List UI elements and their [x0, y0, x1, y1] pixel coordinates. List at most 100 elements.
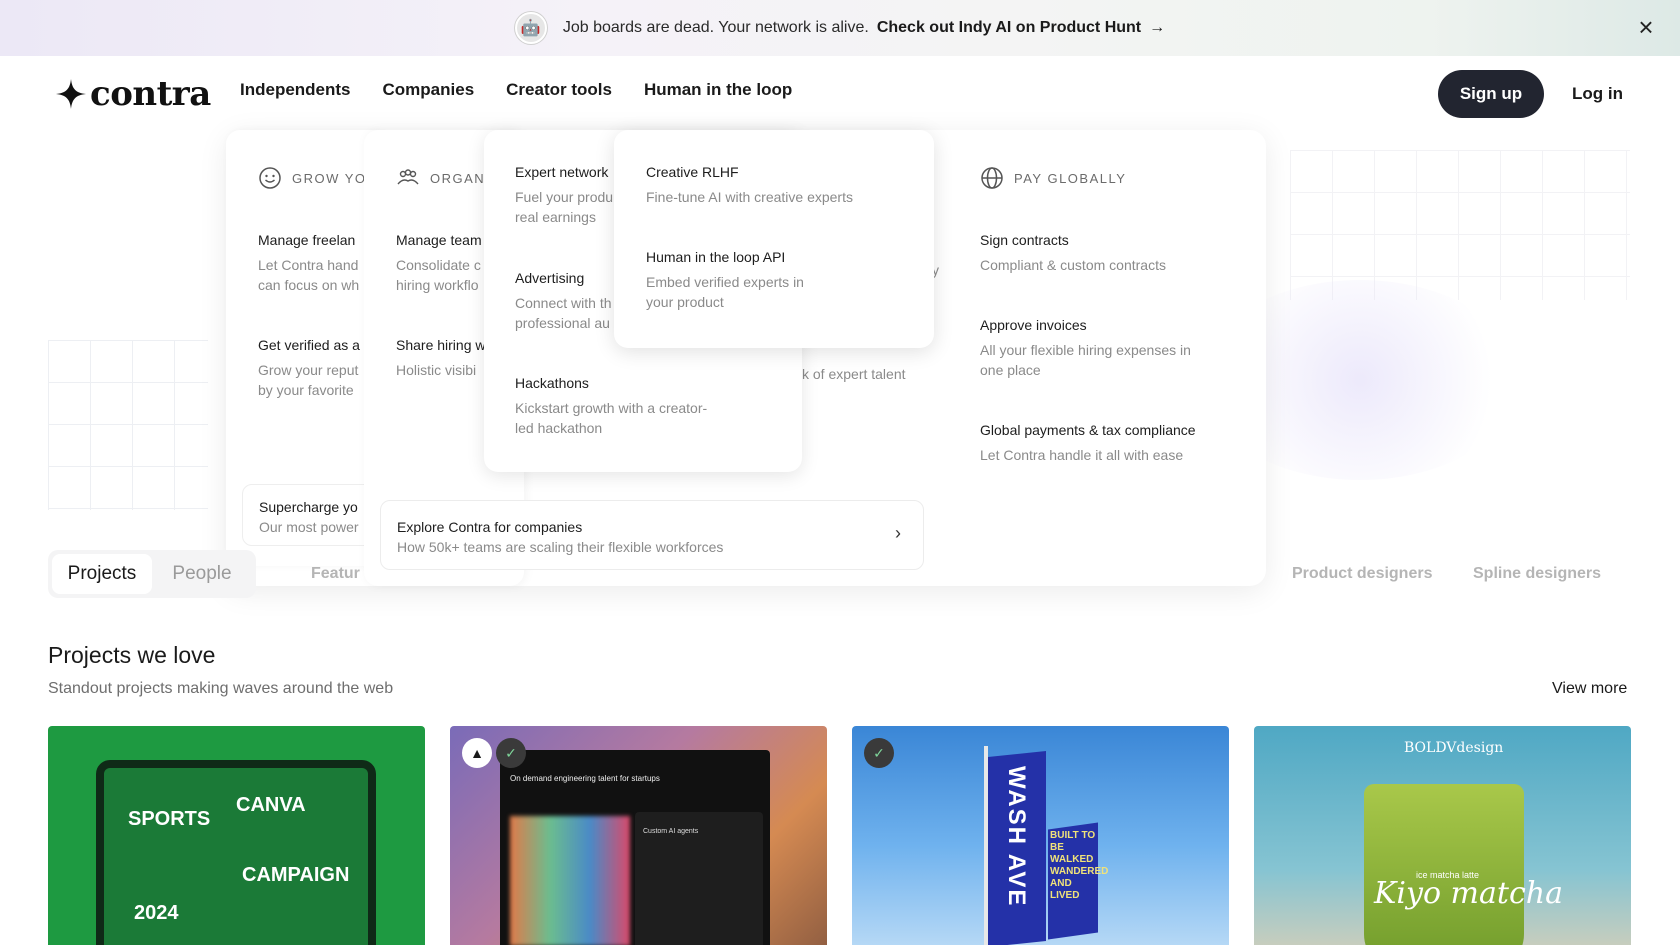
menu-item-title: Share hiring w [396, 337, 486, 353]
menu-item-desc: hiring workflo [396, 277, 479, 293]
site-header: contra Independents Companies Creator to… [0, 56, 1680, 132]
filter-chip-spline-designers[interactable]: Spline designers [1473, 565, 1601, 583]
smile-icon [259, 167, 281, 189]
menu-peek-fragment: k of expert talent [802, 364, 906, 384]
menu-item-desc: Compliant & custom contracts [980, 257, 1166, 273]
card-text: Custom AI agents [643, 828, 699, 835]
team-icon [397, 169, 419, 185]
explore-companies-card[interactable]: Explore Contra for companies How 50k+ te… [380, 500, 924, 570]
sign-up-button[interactable]: Sign up [1438, 70, 1544, 118]
menu-item-desc: Fuel your produ [515, 189, 614, 205]
nav-human-in-the-loop[interactable]: Human in the loop [644, 80, 792, 100]
framer-logo-icon: ▲ [462, 738, 492, 768]
tab-people[interactable]: People [152, 554, 252, 594]
pay-globally-heading: PAY GLOBALLY [980, 166, 1126, 190]
organize-heading: ORGANI [396, 166, 490, 190]
project-card-kiyo-matcha[interactable]: BOLDVdesign ice matcha latte Kiyo matcha [1254, 726, 1631, 945]
menu-item-desc: can focus on wh [258, 277, 360, 293]
contra-logo[interactable]: contra [56, 74, 211, 114]
menu-item-manage-team[interactable]: Manage team Consolidate c hiring workflo [396, 232, 482, 295]
colorful-figure [510, 816, 630, 945]
menu-item-title: Get verified as a [258, 337, 360, 353]
menu-item-desc: All your flexible hiring expenses in [980, 342, 1191, 358]
menu-item-sign-contracts[interactable]: Sign contracts Compliant & custom contra… [980, 232, 1166, 275]
tab-projects[interactable]: Projects [52, 554, 152, 594]
menu-footer-title: Supercharge yo [259, 499, 358, 515]
explore-title: Explore Contra for companies [397, 519, 583, 535]
chevron-right-icon: › [895, 523, 901, 543]
projects-section-subtitle: Standout projects making waves around th… [48, 680, 394, 697]
menu-item-desc: Fine-tune AI with creative experts [646, 189, 853, 205]
matcha-cup [1364, 784, 1524, 945]
announcement-message: Job boards are dead. Your network is ali… [562, 19, 869, 36]
contra-star-icon [56, 79, 86, 109]
menu-item-title: Creative RLHF [646, 164, 739, 180]
card-text: WASH AVE [1003, 766, 1030, 908]
menu-item-desc: led hackathon [515, 420, 603, 436]
menu-item-desc: real earnings [515, 209, 596, 225]
card-text: Kiyo matcha [1374, 876, 1563, 911]
project-card-wash-ave[interactable]: WASH AVE BUILT TO BE WALKED WANDERED AND… [852, 726, 1229, 945]
card-text: BUILT TO BE WALKED WANDERED AND LIVED [1050, 830, 1109, 901]
menu-item-approve-invoices[interactable]: Approve invoices All your flexible hirin… [980, 317, 1191, 380]
dark-side-panel: Custom AI agents [635, 812, 763, 945]
menu-column-human-in-the-loop: Creative RLHF Fine-tune AI with creative… [614, 130, 934, 348]
menu-item-title: Manage team [396, 232, 482, 248]
main-nav: Independents Companies Creator tools Hum… [240, 80, 792, 100]
menu-item-title: Manage freelan [258, 232, 356, 248]
menu-item-title: Expert network [515, 164, 609, 180]
menu-item-desc: Embed verified experts in [646, 274, 804, 290]
background-grid [48, 340, 208, 510]
menu-item-desc: Kickstart growth with a creator- [515, 400, 708, 416]
menu-item-creative-rlhf[interactable]: Creative RLHF Fine-tune AI with creative… [646, 164, 853, 207]
logo-text: contra [90, 74, 211, 114]
announcement-bar: 🤖 Job boards are dead. Your network is a… [0, 0, 1680, 56]
menu-item-title: Human in the loop API [646, 249, 786, 265]
arrow-right-icon: → [1149, 19, 1166, 36]
menu-item-hackathons[interactable]: Hackathons Kickstart growth with a creat… [515, 375, 707, 438]
card-text: BOLDVdesign [1404, 740, 1504, 756]
nav-independents[interactable]: Independents [240, 80, 351, 100]
nav-companies[interactable]: Companies [383, 80, 475, 100]
project-card-canva[interactable]: CANVA SPORTS CAMPAIGN 2024 [48, 726, 425, 945]
card-text: 2024 [134, 902, 179, 924]
card-text: CAMPAIGN [242, 864, 350, 886]
verified-badge-icon: ✓ [496, 738, 526, 768]
announcement-cta-label: Check out Indy AI on Product Hunt [876, 19, 1142, 36]
project-card-engineering[interactable]: On demand engineering talent for startup… [450, 726, 827, 945]
card-text: On demand engineering talent for startup… [510, 774, 660, 783]
card-text: CANVA [236, 794, 306, 816]
menu-item-get-verified[interactable]: Get verified as a Grow your reput by you… [258, 337, 360, 400]
view-more-link[interactable]: View more [1552, 680, 1627, 698]
close-icon[interactable]: × [1632, 14, 1660, 42]
globe-icon [981, 167, 1003, 189]
filter-chip-featured[interactable]: Featur [311, 565, 360, 583]
log-in-link[interactable]: Log in [1572, 84, 1623, 104]
menu-footer-supercharge[interactable]: Supercharge yo Our most power [242, 484, 384, 546]
verified-badge-icon: ✓ [864, 738, 894, 768]
organize-label: ORGANI [430, 170, 491, 186]
menu-item-desc: one place [980, 362, 1041, 378]
menu-item-desc: Let Contra hand [258, 257, 359, 273]
menu-item-expert-network[interactable]: Expert network Fuel your produ real earn… [515, 164, 613, 227]
menu-item-title: Approve invoices [980, 317, 1087, 333]
menu-item-desc: Connect with th [515, 295, 612, 311]
card-text: SPORTS [128, 808, 211, 830]
menu-item-manage-freelancers[interactable]: Manage freelan Let Contra hand can focus… [258, 232, 359, 295]
menu-item-global-payments[interactable]: Global payments & tax compliance Let Con… [980, 422, 1196, 465]
announcement-cta-link[interactable]: Check out Indy AI on Product Hunt → [877, 19, 1165, 37]
menu-item-advertising[interactable]: Advertising Connect with th professional… [515, 270, 612, 333]
nav-creator-tools[interactable]: Creator tools [506, 80, 612, 100]
menu-item-desc: Holistic visibi [396, 362, 477, 378]
menu-item-title: Global payments & tax compliance [980, 422, 1196, 438]
menu-item-title: Sign contracts [980, 232, 1069, 248]
menu-item-desc: your product [646, 294, 724, 310]
menu-item-desc: professional au [515, 315, 610, 331]
menu-item-human-loop-api[interactable]: Human in the loop API Embed verified exp… [646, 249, 804, 312]
filter-chip-product-designers[interactable]: Product designers [1292, 565, 1432, 583]
menu-item-share-hiring[interactable]: Share hiring w Holistic visibi [396, 337, 486, 380]
content-tabs: Projects People [48, 550, 256, 598]
menu-item-desc: by your favorite [258, 382, 354, 398]
pay-globally-label: PAY GLOBALLY [1014, 170, 1127, 186]
menu-footer-desc: Our most power [259, 519, 359, 535]
